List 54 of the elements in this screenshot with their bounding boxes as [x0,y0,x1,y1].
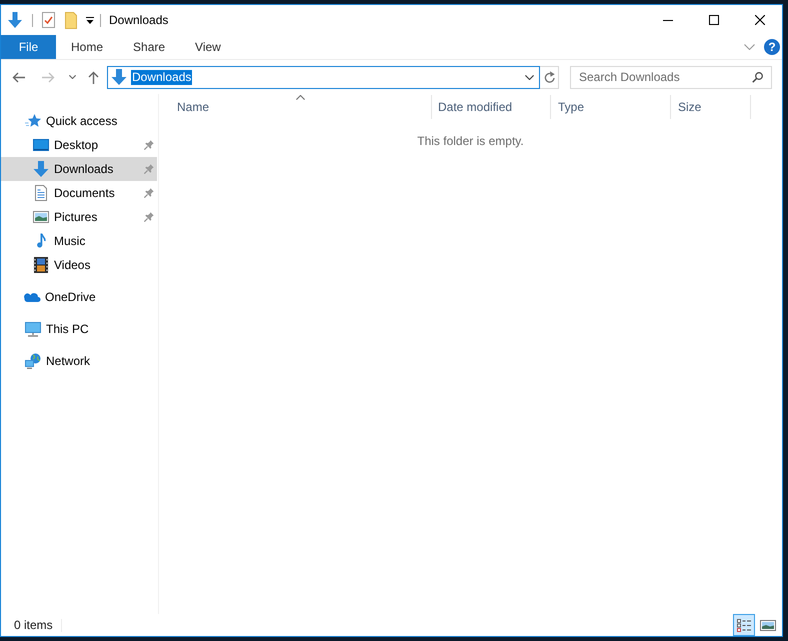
close-icon [754,15,764,25]
chevron-down-icon[interactable] [69,75,76,79]
document-icon [35,185,47,201]
music-note-icon [37,233,46,249]
nav-item[interactable]: Downloads [1,157,157,181]
nav-item[interactable]: Music [1,229,157,253]
picture-icon [760,620,776,630]
details-list-icon [737,618,751,632]
film-strip-icon [34,257,48,273]
help-button[interactable]: ? [764,39,780,55]
column-header[interactable]: Name [159,95,432,119]
globe-monitor-icon [25,353,41,369]
download-arrow-icon [111,69,127,85]
ribbon-tab[interactable]: View [180,35,236,59]
pin-icon[interactable] [144,188,154,198]
pin-icon[interactable] [144,140,154,150]
column-header[interactable]: Date modified [432,95,551,119]
details-view-button[interactable] [733,614,755,636]
up-arrow-icon[interactable] [88,70,99,84]
download-arrow-icon[interactable] [8,12,22,28]
refresh-icon [544,71,554,83]
search-icon [752,72,763,82]
item-count: 0 items [14,618,53,632]
nav-item[interactable]: OneDrive [1,285,157,309]
customize-caret-icon[interactable] [86,16,94,24]
empty-folder-message: This folder is empty. [417,134,524,149]
refresh-button[interactable] [540,66,559,88]
back-arrow-icon[interactable] [12,72,25,82]
pin-icon[interactable] [144,212,154,222]
star-icon [25,113,41,129]
nav-item[interactable]: Network [1,349,157,373]
download-arrow-icon [33,161,49,177]
nav-item[interactable]: Documents [1,181,157,205]
picture-icon [33,211,49,223]
address-path: Downloads [131,70,192,84]
desktop-icon [33,139,49,151]
nav-item[interactable]: Videos [1,253,157,277]
nav-item[interactable]: This PC [1,317,157,341]
file-menu-tab[interactable]: File [1,35,56,59]
chevron-down-icon[interactable] [525,74,534,80]
window-title: Downloads [109,13,168,27]
ribbon-tab[interactable]: Share [118,35,180,59]
column-header[interactable]: Type [551,95,671,119]
column-header[interactable]: Size [671,95,751,119]
nav-item[interactable]: Quick access [1,109,157,133]
nav-item[interactable]: Desktop [1,133,157,157]
maximize-icon [709,15,719,25]
checklist-page-icon[interactable] [42,12,55,28]
search-field[interactable]: Search Downloads [570,66,772,88]
monitor-icon [25,322,41,336]
address-field[interactable]: Downloads [107,66,540,88]
cloud-icon [24,292,41,302]
nav-item[interactable]: Pictures [1,205,157,229]
ribbon-tab[interactable]: Home [56,35,118,59]
